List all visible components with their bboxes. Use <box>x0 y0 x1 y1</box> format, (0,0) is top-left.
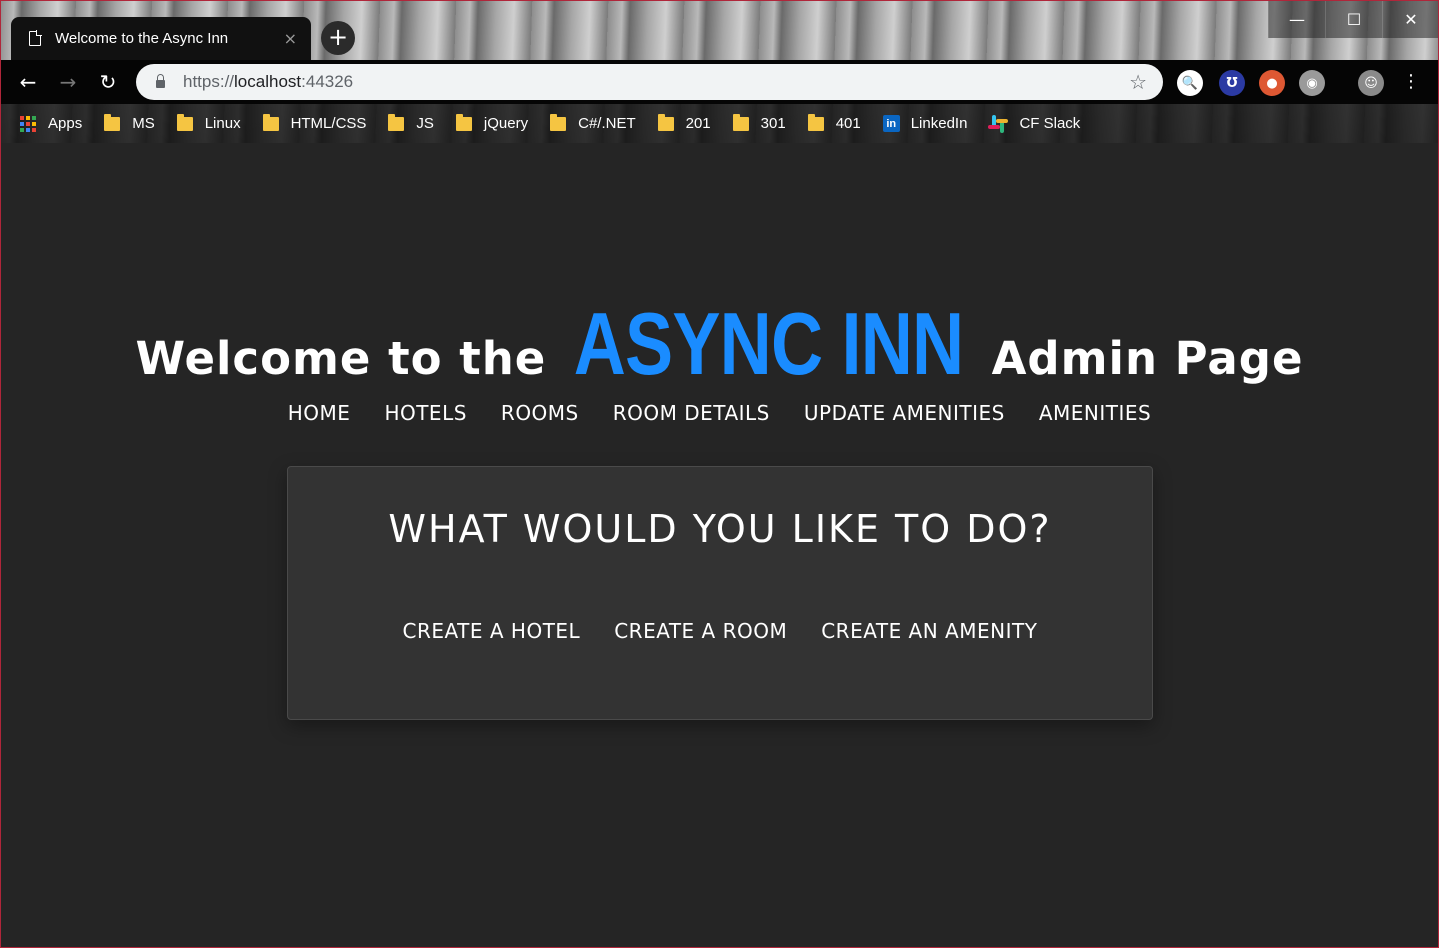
bookmark-linkedin[interactable]: in LinkedIn <box>882 115 968 132</box>
duckduckgo-icon[interactable]: ● <box>1259 70 1285 96</box>
folder-icon <box>388 113 405 131</box>
bookmark-cf-slack[interactable]: CF Slack <box>988 114 1081 133</box>
browser-chrome: Welcome to the Async Inn × + — ☐ ✕ ← → ↻… <box>0 0 1439 143</box>
create-an-amenity-link[interactable]: CREATE AN AMENITY <box>821 619 1037 643</box>
bookmark-label: 301 <box>760 115 786 132</box>
back-button[interactable]: ← <box>12 66 44 98</box>
nav-link-home[interactable]: HOME <box>288 401 351 425</box>
lock-icon[interactable] <box>156 74 165 88</box>
bookmark-label: HTML/CSS <box>290 115 367 132</box>
main-nav: HOME HOTELS ROOMS ROOM DETAILS UPDATE AMENIT… <box>0 401 1439 425</box>
slack-icon <box>988 114 1009 133</box>
bookmark-ms[interactable]: MS <box>104 113 155 132</box>
page-icon <box>29 30 42 46</box>
bookmark-label: jQuery <box>483 115 529 132</box>
bookmark-label: 401 <box>835 115 861 132</box>
address-bar[interactable]: https://localhost:44326 ☆ <box>136 64 1163 100</box>
bookmark-apps[interactable]: Apps <box>20 115 82 132</box>
bookmark-301[interactable]: 301 <box>732 113 786 132</box>
bookmark-js[interactable]: JS <box>388 113 434 132</box>
bookmark-label: JS <box>416 115 434 132</box>
tab-title: Welcome to the Async Inn <box>55 30 229 47</box>
reload-button[interactable]: ↻ <box>92 66 124 98</box>
bookmark-label: LinkedIn <box>910 115 968 132</box>
nav-link-hotels[interactable]: HOTELS <box>384 401 466 425</box>
linkedin-icon: in <box>882 115 900 132</box>
folder-icon <box>262 113 279 131</box>
create-a-hotel-link[interactable]: CREATE A HOTEL <box>403 619 581 643</box>
folder-icon <box>176 113 193 131</box>
bookmark-401[interactable]: 401 <box>807 113 861 132</box>
ghostery-icon[interactable]: ◉ <box>1299 70 1325 96</box>
search-extension-icon[interactable]: 🔍 <box>1177 70 1203 96</box>
bookmark-201[interactable]: 201 <box>657 113 711 132</box>
card-actions: CREATE A HOTEL CREATE A ROOM CREATE AN AME… <box>288 619 1152 643</box>
new-tab-button[interactable]: + <box>321 21 355 55</box>
folder-icon <box>657 113 674 131</box>
nav-link-rooms[interactable]: ROOMS <box>501 401 579 425</box>
apps-grid-icon <box>20 115 36 132</box>
bookmark-c-net[interactable]: C#/.NET <box>550 113 636 132</box>
folder-icon <box>104 113 121 131</box>
page-title: Welcome to the ASYNC INN Admin Page <box>0 293 1439 395</box>
bookmark-label: MS <box>132 115 155 132</box>
forward-button[interactable]: → <box>52 66 84 98</box>
browser-menu-icon[interactable]: ⋮ <box>1395 66 1427 98</box>
profile-avatar[interactable]: ☺ <box>1358 70 1384 96</box>
bookmark-label: CF Slack <box>1019 115 1081 132</box>
bookmarks-bar: Apps MS Linux HTML/CSS JS jQuery C#/.NET 201 301… <box>0 104 1439 143</box>
close-window-button[interactable]: ✕ <box>1382 0 1439 38</box>
folder-icon <box>455 113 472 131</box>
action-card: WHAT WOULD YOU LIKE TO DO? CREATE A HOTE… <box>287 466 1153 720</box>
card-heading: WHAT WOULD YOU LIKE TO DO? <box>388 507 1052 551</box>
folder-icon <box>807 113 824 131</box>
bookmark-label: C#/.NET <box>578 115 636 132</box>
bookmark-label: Linux <box>204 115 241 132</box>
create-a-room-link[interactable]: CREATE A ROOM <box>614 619 787 643</box>
folder-icon <box>732 113 749 131</box>
browser-toolbar: ← → ↻ https://localhost:44326 ☆ 🔍 Ʊ ● ◉ ☺ ⋮ <box>0 60 1439 104</box>
minimize-button[interactable]: — <box>1268 0 1325 38</box>
bookmark-label: Apps <box>48 115 83 132</box>
tab-close-icon[interactable]: × <box>284 29 297 48</box>
page-content: Welcome to the ASYNC INN Admin Page HOME… <box>0 143 1439 948</box>
browser-tab[interactable]: Welcome to the Async Inn × <box>11 17 311 60</box>
bookmark-linux[interactable]: Linux <box>176 113 241 132</box>
bookmark-label: 201 <box>685 115 711 132</box>
tab-strip: Welcome to the Async Inn × + — ☐ ✕ <box>0 0 1439 60</box>
brand-logo: ASYNC INN <box>574 294 964 393</box>
window-controls: — ☐ ✕ <box>1268 0 1439 38</box>
bookmark-html-css[interactable]: HTML/CSS <box>262 113 367 132</box>
nav-link-room-details[interactable]: ROOM DETAILS <box>613 401 770 425</box>
folder-icon <box>550 113 567 131</box>
bookmark-jquery[interactable]: jQuery <box>455 113 529 132</box>
title-prefix: Welcome to the <box>135 332 547 385</box>
nav-link-update-amenities[interactable]: UPDATE AMENITIES <box>804 401 1005 425</box>
tampermonkey-icon[interactable]: Ʊ <box>1219 70 1245 96</box>
url-text[interactable]: https://localhost:44326 <box>183 72 1129 92</box>
maximize-button[interactable]: ☐ <box>1325 0 1382 38</box>
title-suffix: Admin Page <box>991 332 1304 385</box>
bookmark-star-icon[interactable]: ☆ <box>1129 70 1147 94</box>
nav-link-amenities[interactable]: AMENITIES <box>1039 401 1151 425</box>
